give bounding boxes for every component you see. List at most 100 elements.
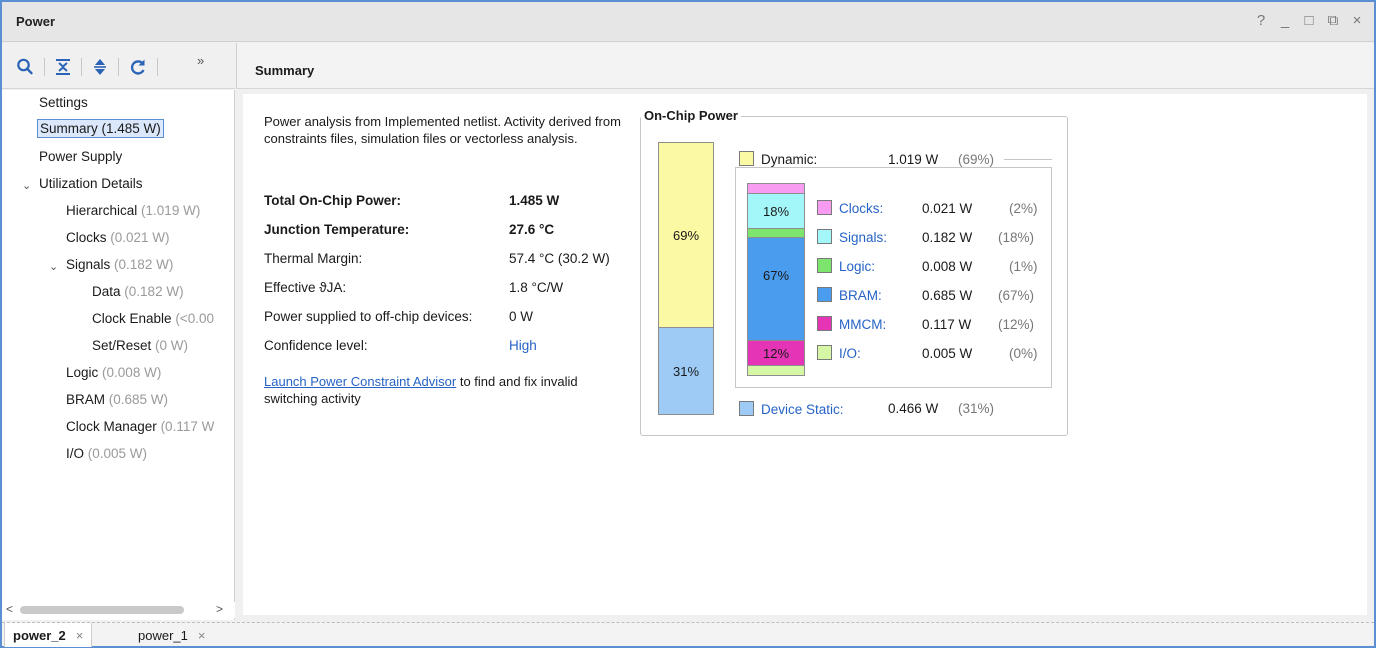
device-static-value: 0.466 W — [888, 401, 939, 416]
device-static-swatch — [739, 401, 754, 416]
analysis-description: Power analysis from Implemented netlist.… — [264, 114, 621, 146]
signals-swatch — [817, 229, 832, 244]
io-bar-segment — [748, 366, 804, 375]
tree-item-label: BRAM — [66, 392, 106, 407]
expand-all-icon[interactable] — [91, 57, 109, 77]
tree-item-label: Set/Reset — [92, 338, 152, 353]
bram-bar-label: 67% — [762, 268, 790, 283]
tree-item-label: Logic — [66, 365, 99, 380]
thermal-margin-value: 57.4 °C (30.2 W) — [509, 251, 610, 266]
chevron-down-icon[interactable]: ⌄ — [22, 179, 31, 192]
device-static-percent: (31%) — [958, 401, 995, 416]
device-static-link[interactable]: Device Static: — [761, 402, 844, 417]
signals-bar-label: 18% — [762, 203, 790, 219]
tree-item-value: (0.021 W) — [110, 230, 170, 245]
close-icon[interactable]: × — [1350, 12, 1364, 29]
close-tab-icon[interactable]: × — [198, 628, 206, 643]
tree-item-io[interactable]: I/O (0.005 W) — [66, 446, 147, 461]
clocks-bar-segment — [748, 184, 804, 194]
tree-item-label: Clock Enable — [92, 311, 172, 326]
navigation-tree: Settings Summary (1.485 W) Power Supply … — [2, 90, 235, 620]
tree-item-utilization-details[interactable]: Utilization Details — [39, 176, 143, 191]
effective-theta-ja-value: 1.8 °C/W — [509, 280, 564, 295]
dynamic-connector-line — [1004, 159, 1052, 160]
clocks-link[interactable]: Clocks: — [839, 201, 883, 216]
mmcm-link[interactable]: MMCM: — [839, 317, 886, 332]
window-title: Power — [16, 14, 56, 29]
dynamic-value: 1.019 W — [888, 152, 939, 167]
tree-item-data[interactable]: Data (0.182 W) — [92, 284, 184, 299]
tree-item-label: Clocks — [66, 230, 107, 245]
float-icon[interactable]: ⧉ — [1326, 12, 1340, 29]
clocks-percent: (2%) — [1009, 201, 1038, 216]
bram-swatch — [817, 287, 832, 302]
refresh-icon[interactable] — [129, 57, 147, 77]
junction-temp-label: Junction Temperature: — [264, 222, 410, 237]
bram-value: 0.685 W — [922, 288, 973, 303]
dynamic-breakdown-bar: 18% 67% 12% — [747, 183, 805, 376]
off-chip-power-label: Power supplied to off-chip devices: — [264, 309, 473, 324]
tree-item-power-supply[interactable]: Power Supply — [39, 149, 122, 164]
io-link[interactable]: I/O: — [839, 346, 861, 361]
thermal-margin-label: Thermal Margin: — [264, 251, 363, 266]
collapse-all-icon[interactable] — [54, 57, 72, 77]
tree-item-value: (0.008 W) — [102, 365, 162, 380]
tree-item-label: Signals — [66, 257, 111, 272]
junction-temp-value: 27.6 °C — [509, 222, 555, 237]
more-actions-icon[interactable]: » — [197, 53, 204, 68]
tree-item-summary[interactable]: Summary (1.485 W) — [37, 119, 164, 138]
tree-horizontal-scrollbar[interactable]: < > — [2, 602, 235, 618]
tree-item-label: Data — [92, 284, 121, 299]
clocks-value: 0.021 W — [922, 201, 973, 216]
mmcm-percent: (12%) — [998, 317, 1035, 332]
logic-value: 0.008 W — [922, 259, 973, 274]
tree-item-clock-manager[interactable]: Clock Manager (0.117 W — [66, 419, 214, 434]
dynamic-bar-segment: 69% — [659, 143, 713, 327]
tree-item-set-reset[interactable]: Set/Reset (0 W) — [92, 338, 188, 353]
tree-item-value: (0.182 W) — [124, 284, 184, 299]
title-bar: Power ? _ □ ⧉ × — [2, 2, 1374, 42]
launch-power-constraint-advisor-link[interactable]: Launch Power Constraint Advisor — [264, 374, 456, 389]
tree-item-settings[interactable]: Settings — [39, 95, 88, 110]
static-bar-label: 31% — [672, 363, 700, 379]
tab-label: power_2 — [13, 627, 66, 643]
power-window: Power ? _ □ ⧉ × » Summary Settings Summa… — [0, 0, 1376, 648]
tree-item-signals[interactable]: Signals (0.182 W) — [66, 257, 173, 272]
tree-item-value: (<0.00 — [175, 311, 214, 326]
tree-item-hierarchical[interactable]: Hierarchical (1.019 W) — [66, 203, 200, 218]
signals-bar-segment: 18% — [748, 194, 804, 229]
tab-power-2[interactable]: power_2 × — [4, 623, 93, 647]
tree-item-logic[interactable]: Logic (0.008 W) — [66, 365, 161, 380]
help-icon[interactable]: ? — [1254, 12, 1268, 29]
effective-theta-ja-label: Effective ϑJA: — [264, 280, 347, 295]
toolbar-separator — [44, 58, 45, 76]
io-percent: (0%) — [1009, 346, 1038, 361]
tab-label: power_1 — [138, 627, 188, 643]
tab-power-1[interactable]: power_1 × — [130, 623, 213, 647]
scrollbar-thumb[interactable] — [20, 606, 184, 614]
logic-link[interactable]: Logic: — [839, 259, 875, 274]
signals-link[interactable]: Signals: — [839, 230, 887, 245]
tree-item-value: (0.182 W) — [114, 257, 174, 272]
tree-item-bram[interactable]: BRAM (0.685 W) — [66, 392, 168, 407]
static-bar-segment: 31% — [659, 327, 713, 414]
tree-item-value: (1.019 W) — [141, 203, 201, 218]
scroll-right-icon[interactable]: > — [216, 602, 223, 616]
clocks-swatch — [817, 200, 832, 215]
scroll-left-icon[interactable]: < — [6, 602, 13, 616]
maximize-icon[interactable]: □ — [1302, 12, 1316, 29]
bram-percent: (67%) — [998, 288, 1035, 303]
confidence-level-link[interactable]: High — [509, 338, 537, 353]
chevron-down-icon[interactable]: ⌄ — [49, 260, 58, 273]
logic-swatch — [817, 258, 832, 273]
tree-item-clock-enable[interactable]: Clock Enable (<0.00 — [92, 311, 214, 326]
io-swatch — [817, 345, 832, 360]
tree-item-clocks[interactable]: Clocks (0.021 W) — [66, 230, 170, 245]
bram-link[interactable]: BRAM: — [839, 288, 882, 303]
window-controls: ? _ □ ⧉ × — [1254, 12, 1364, 29]
off-chip-power-value: 0 W — [509, 309, 534, 324]
tree-item-value: (0.005 W) — [87, 446, 148, 461]
search-icon[interactable] — [16, 57, 34, 77]
close-tab-icon[interactable]: × — [76, 628, 84, 643]
minimize-icon[interactable]: _ — [1278, 12, 1292, 29]
